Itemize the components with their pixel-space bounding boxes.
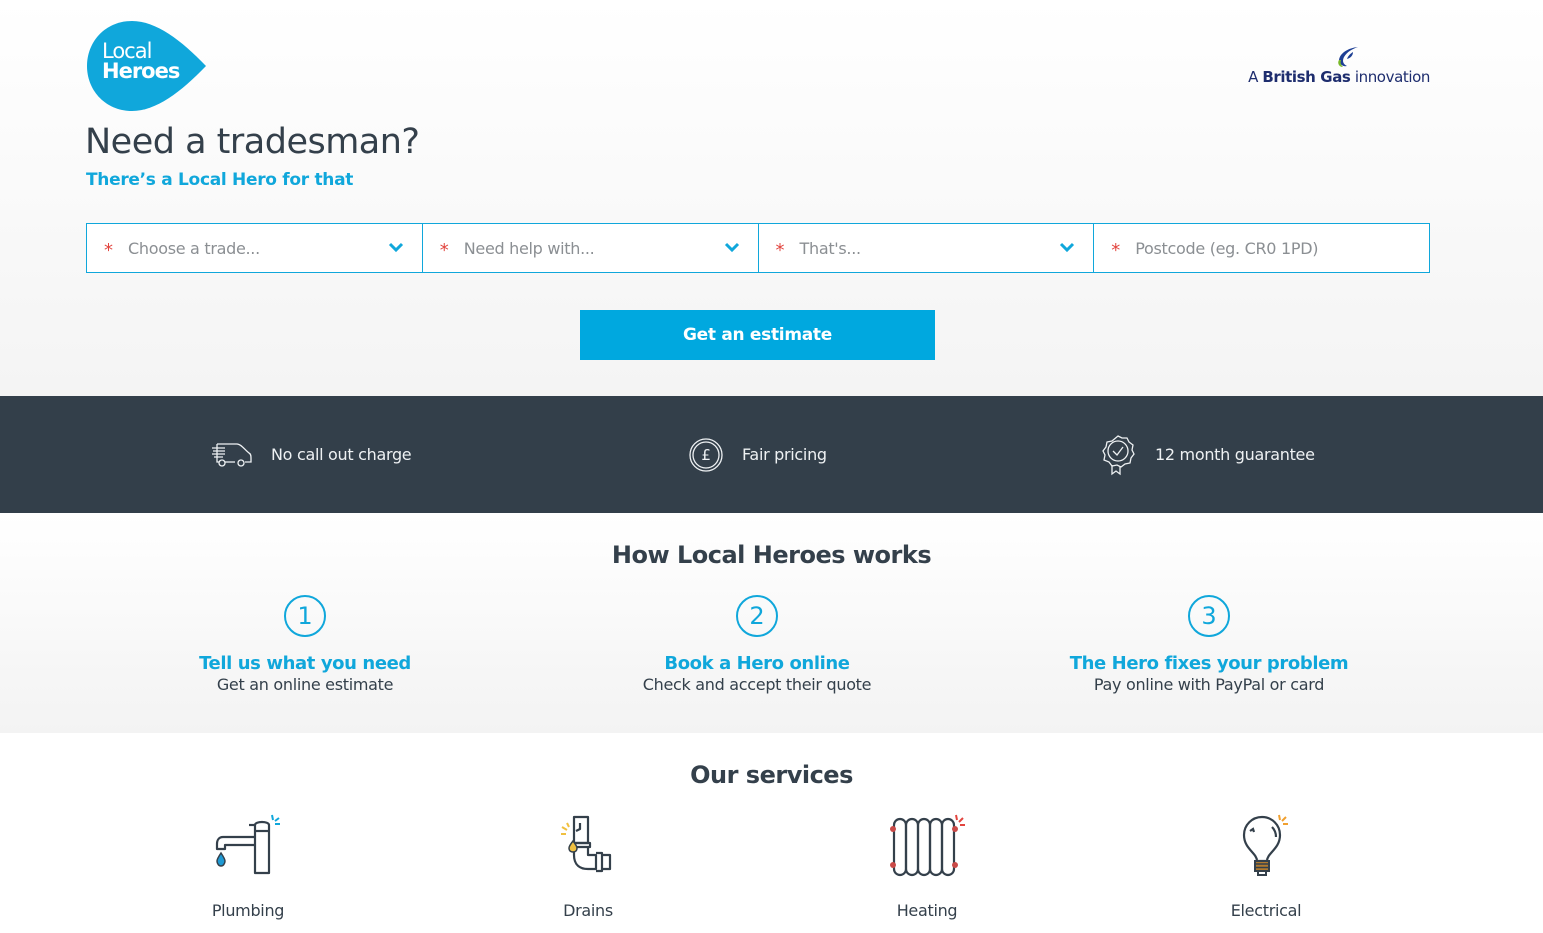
usp-band: No call out charge £ Fair pricing 12 mon…	[0, 396, 1543, 513]
usp-no-call-out: No call out charge	[211, 396, 412, 513]
thats-select[interactable]: * That's...	[759, 224, 1095, 272]
service-heating[interactable]: Heating	[827, 813, 1027, 920]
service-label: Heating	[896, 901, 958, 920]
help-with-select[interactable]: * Need help with...	[423, 224, 759, 272]
step-number-badge: 1	[284, 595, 326, 637]
chevron-down-icon	[388, 242, 403, 253]
get-estimate-button[interactable]: Get an estimate	[580, 310, 935, 360]
page-subtitle: There’s a Local Hero for that	[86, 170, 354, 190]
partner-name: British Gas	[1262, 68, 1351, 86]
step-description: Check and accept their quote	[642, 675, 872, 694]
partner-suffix: innovation	[1354, 68, 1431, 86]
required-marker: *	[439, 239, 449, 261]
service-label: Plumbing	[211, 901, 285, 920]
usp-fair-pricing: £ Fair pricing	[688, 396, 827, 513]
estimate-form: * Choose a trade... * Need help with... …	[86, 223, 1430, 273]
svg-text:£: £	[701, 446, 710, 464]
step-item: 3 The Hero fixes your problem Pay online…	[1009, 595, 1409, 694]
required-marker: *	[1111, 239, 1121, 261]
hero-section: Local Heroes A British Gas innovation Ne…	[0, 0, 1543, 396]
service-electrical[interactable]: Electrical	[1166, 813, 1366, 920]
logo-text-local: Local	[102, 39, 152, 63]
step-title: Tell us what you need	[199, 653, 411, 674]
logo-text-heroes: Heroes	[102, 59, 180, 83]
tap-icon	[215, 814, 280, 875]
step-title: The Hero fixes your problem	[1069, 653, 1349, 674]
how-it-works-heading: How Local Heroes works	[611, 541, 932, 569]
page-title: Need a tradesman?	[85, 122, 420, 162]
usp-label: Fair pricing	[742, 445, 827, 464]
usp-guarantee: 12 month guarantee	[1099, 396, 1315, 513]
step-number-badge: 2	[736, 595, 778, 637]
trade-select-placeholder: Choose a trade...	[128, 238, 260, 258]
step-item: 2 Book a Hero online Check and accept th…	[557, 595, 957, 694]
british-gas-badge: A British Gas innovation	[1248, 44, 1431, 88]
postcode-input[interactable]: * Postcode (eg. CR0 1PD)	[1094, 224, 1429, 272]
pipe-icon	[561, 815, 612, 873]
service-label: Drains	[563, 901, 613, 920]
local-heroes-logo[interactable]: Local Heroes	[86, 20, 208, 112]
trade-select[interactable]: * Choose a trade...	[87, 224, 423, 272]
van-icon	[212, 442, 252, 467]
step-description: Get an online estimate	[216, 675, 394, 694]
required-marker: *	[775, 239, 785, 261]
services-heading: Our services	[690, 761, 853, 789]
services-section: Our services Plumbing Drains Heating Ele…	[0, 733, 1543, 933]
step-item: 1 Tell us what you need Get an online es…	[105, 595, 505, 694]
rosette-check-icon	[1102, 434, 1135, 475]
chevron-down-icon	[724, 242, 739, 253]
help-with-select-placeholder: Need help with...	[463, 238, 595, 258]
thats-select-placeholder: That's...	[799, 238, 862, 258]
lightbulb-icon	[1242, 814, 1288, 876]
partner-prefix: A	[1248, 68, 1258, 86]
postcode-input-placeholder: Postcode (eg. CR0 1PD)	[1135, 238, 1319, 258]
usp-label: 12 month guarantee	[1155, 445, 1315, 464]
usp-label: No call out charge	[271, 445, 412, 464]
step-number-badge: 3	[1188, 595, 1230, 637]
service-plumbing[interactable]: Plumbing	[148, 813, 348, 920]
pound-coin-icon: £	[689, 437, 723, 472]
step-title: Book a Hero online	[664, 653, 850, 674]
step-description: Pay online with PayPal or card	[1093, 675, 1325, 694]
chevron-down-icon	[1060, 242, 1075, 253]
radiator-icon	[890, 814, 965, 877]
service-label: Electrical	[1230, 901, 1302, 920]
british-gas-flame-icon	[1338, 47, 1358, 67]
how-it-works-section: How Local Heroes works 1 Tell us what yo…	[0, 513, 1543, 733]
required-marker: *	[104, 239, 113, 261]
service-drains[interactable]: Drains	[488, 813, 688, 920]
